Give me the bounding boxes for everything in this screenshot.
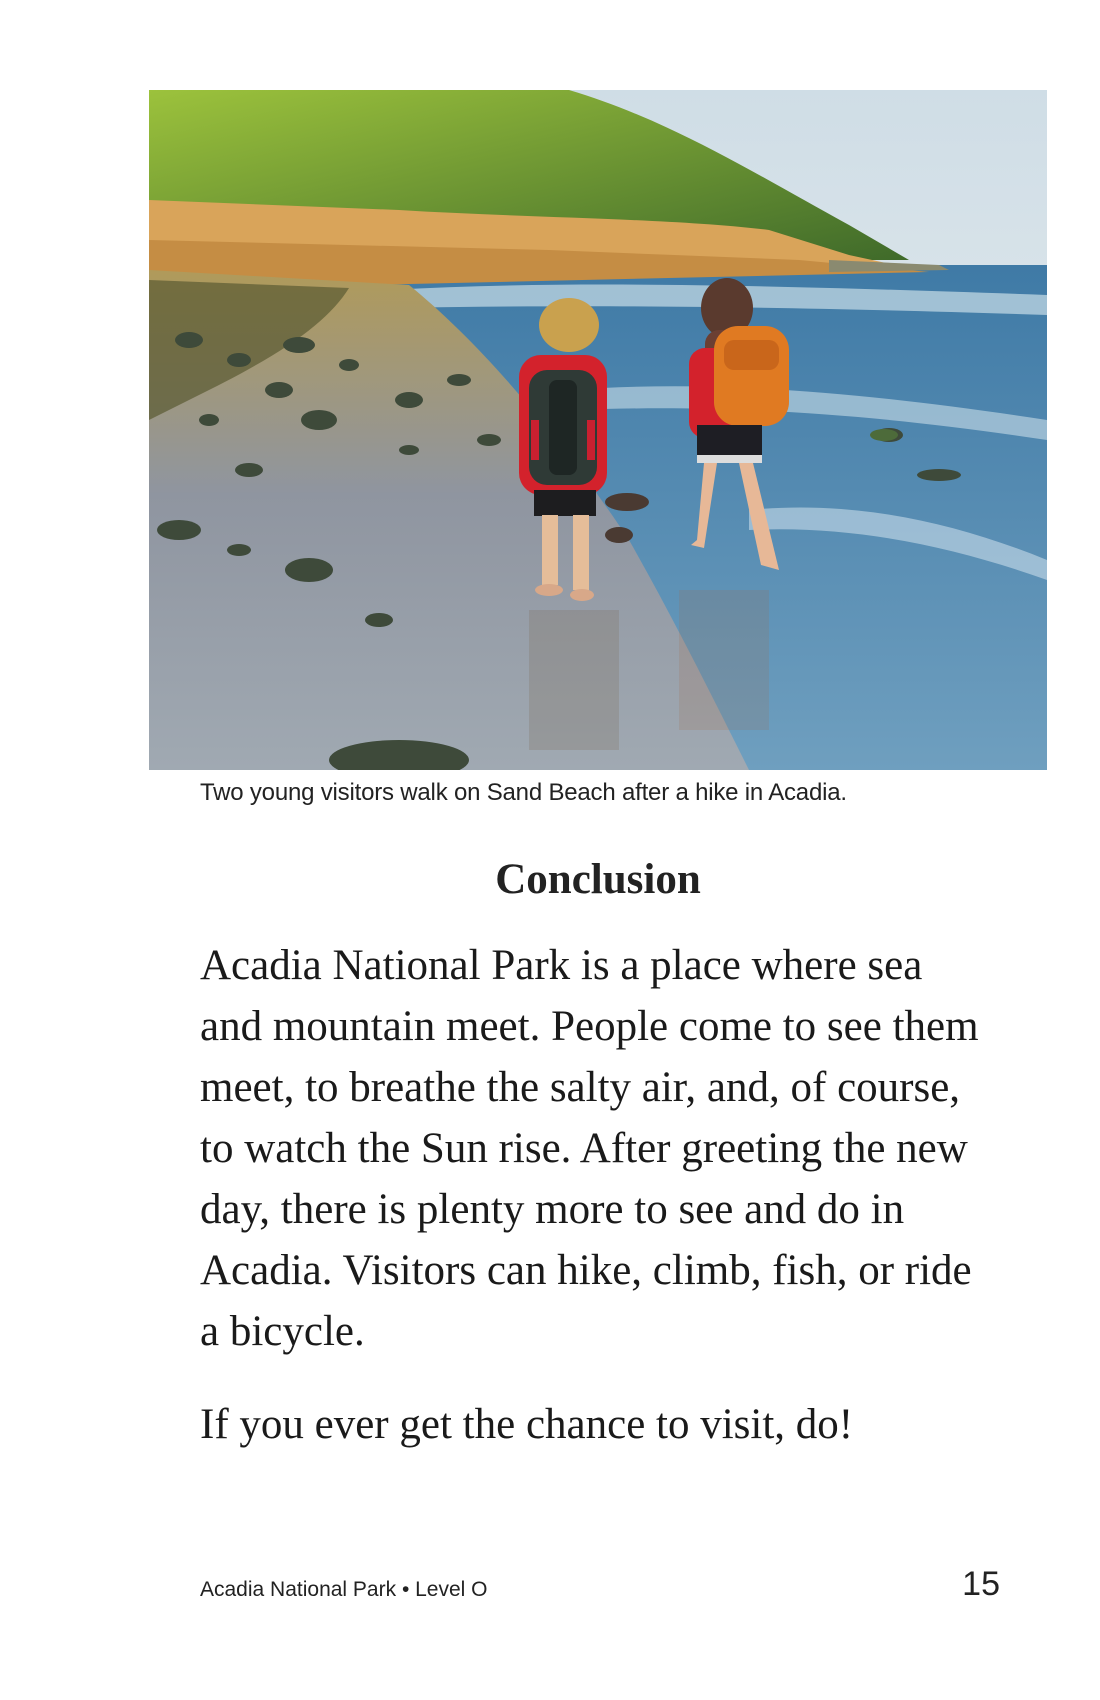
paragraph: Acadia National Park is a place where se… bbox=[200, 942, 979, 1355]
section-heading: Conclusion bbox=[495, 856, 701, 903]
paragraph: If you ever get the chance to visit, do! bbox=[200, 1401, 854, 1448]
beach-photo bbox=[149, 90, 1047, 770]
body-text: Acadia National Park is a place where se… bbox=[200, 935, 990, 1455]
beach-photo-illustration bbox=[149, 90, 1047, 770]
page-number: 15 bbox=[962, 1565, 1000, 1603]
photo-caption: Two young visitors walk on Sand Beach af… bbox=[200, 779, 847, 806]
footer-book-title: Acadia National Park • Level O bbox=[200, 1578, 488, 1601]
